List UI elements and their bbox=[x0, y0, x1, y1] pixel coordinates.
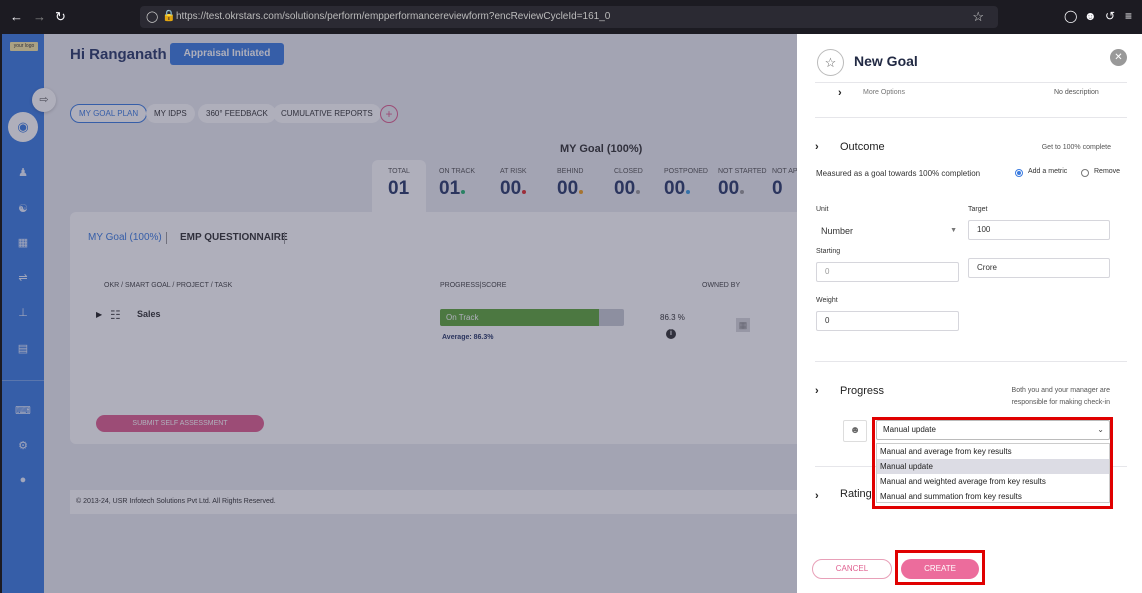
chevron-right-icon[interactable]: › bbox=[815, 141, 819, 153]
remove-radio[interactable] bbox=[1081, 169, 1089, 177]
divider bbox=[815, 117, 1127, 118]
unit-value: Number bbox=[821, 226, 854, 236]
unit-label: Unit bbox=[816, 206, 829, 213]
description-text: No description bbox=[1054, 89, 1099, 96]
url-text[interactable]: https://test.okrstars.com/solutions/perf… bbox=[176, 11, 610, 22]
more-options-link[interactable]: More Options bbox=[863, 89, 905, 96]
reload-icon[interactable]: ↻ bbox=[55, 9, 66, 25]
account-icon[interactable]: ☻ bbox=[1084, 9, 1097, 23]
highlight-box bbox=[872, 417, 1113, 509]
divider bbox=[815, 361, 1127, 362]
progress-note-line: responsible for making check-in bbox=[1011, 399, 1110, 406]
progress-note-line: Both you and your manager are bbox=[1011, 387, 1110, 394]
menu-icon[interactable]: ≡ bbox=[1125, 9, 1132, 23]
progress-note: Both you and your manager are responsibl… bbox=[977, 385, 1110, 409]
chevron-right-icon[interactable]: › bbox=[815, 385, 819, 397]
target-field[interactable]: 100 bbox=[968, 220, 1110, 240]
new-goal-drawer: ☆ New Goal ✕ › More Options No descripti… bbox=[797, 34, 1142, 593]
target-label: Target bbox=[968, 206, 988, 213]
close-icon[interactable]: ✕ bbox=[1110, 49, 1127, 66]
starting-field[interactable]: 0 bbox=[816, 262, 959, 282]
browser-toolbar: ← → ↻ ◯ 🔒 https://test.okrstars.com/solu… bbox=[0, 0, 1142, 34]
chevron-right-icon[interactable]: › bbox=[815, 490, 819, 502]
highlight-box bbox=[895, 550, 985, 585]
add-metric-label[interactable]: Add a metric bbox=[1028, 168, 1067, 175]
add-metric-radio[interactable] bbox=[1015, 169, 1023, 177]
chevron-right-icon[interactable]: › bbox=[838, 87, 842, 99]
rating-heading: Rating bbox=[840, 488, 872, 500]
remove-label[interactable]: Remove bbox=[1094, 168, 1120, 175]
shield-icon: ◯ bbox=[146, 11, 159, 23]
cancel-button[interactable]: CANCEL bbox=[812, 559, 892, 579]
extensions-icon[interactable]: ↺ bbox=[1105, 9, 1115, 23]
weight-label: Weight bbox=[816, 297, 838, 304]
back-icon[interactable]: ← bbox=[10, 9, 23, 24]
scale-field[interactable]: Crore bbox=[968, 258, 1110, 278]
caret-down-icon: ▼ bbox=[950, 227, 957, 234]
address-bar[interactable]: ◯ 🔒 https://test.okrstars.com/solutions/… bbox=[140, 6, 998, 28]
weight-field[interactable]: 0 bbox=[816, 311, 959, 331]
forward-icon[interactable]: → bbox=[33, 9, 46, 24]
starting-label: Starting bbox=[816, 248, 841, 255]
bookmark-star-icon[interactable]: ☆ bbox=[972, 9, 984, 25]
divider bbox=[815, 82, 1127, 83]
lock-icon: 🔒 bbox=[162, 10, 176, 22]
person-icon: ☻ bbox=[843, 420, 867, 442]
outcome-note: Get to 100% complete bbox=[1041, 144, 1111, 151]
pocket-icon[interactable]: ◯ bbox=[1064, 9, 1077, 23]
measured-text: Measured as a goal towards 100% completi… bbox=[816, 169, 981, 178]
progress-heading: Progress bbox=[840, 385, 885, 397]
unit-select[interactable]: Number ▼ bbox=[815, 221, 961, 241]
star-icon: ☆ bbox=[817, 49, 844, 76]
drawer-title: New Goal bbox=[854, 53, 918, 69]
outcome-heading: Outcome bbox=[840, 141, 885, 153]
